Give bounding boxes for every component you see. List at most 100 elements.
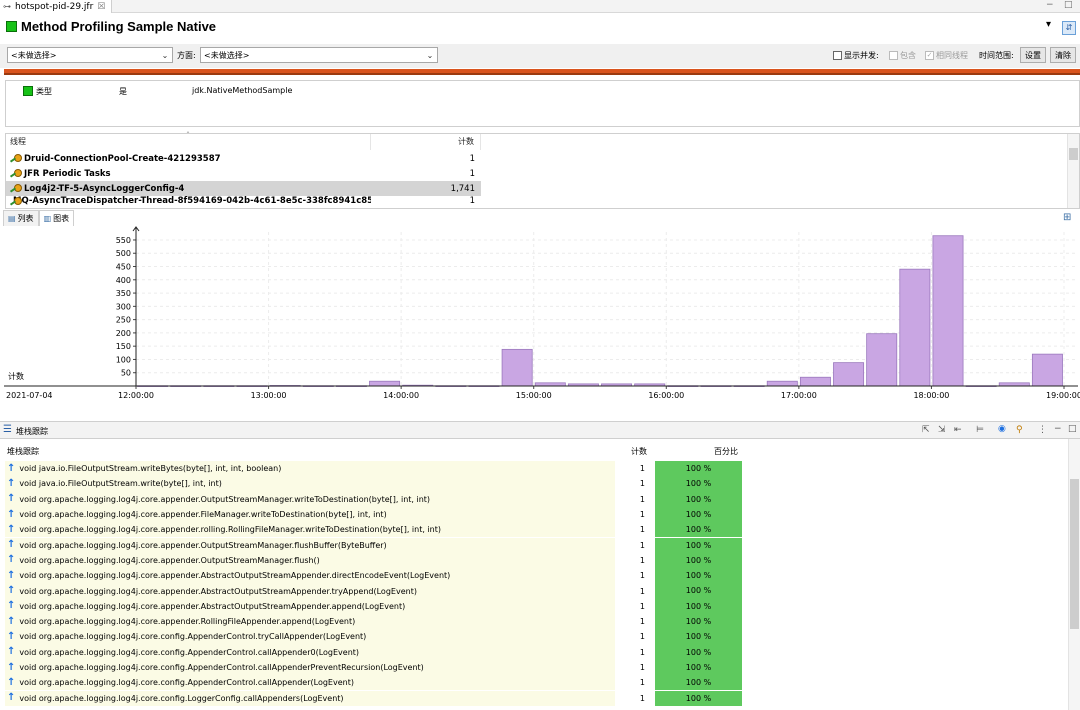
include-checkbox[interactable] [889, 51, 898, 60]
same-thread-checkbox[interactable]: ✓ [925, 51, 934, 60]
column-header-count[interactable]: 计数 [371, 134, 481, 150]
y-tick-label: 400 [116, 276, 131, 285]
tab-chart-label: 图表 [53, 214, 70, 223]
pin-icon[interactable]: ⇵ [1062, 21, 1076, 35]
table-row[interactable]: Druid-ConnectionPool-Create-421293587 1 [6, 151, 481, 166]
stack-scrollbar[interactable] [1068, 439, 1080, 710]
list-item[interactable]: ↑ void org.apache.logging.log4j.core.appe… [5, 552, 1065, 569]
tab-list-label: 列表 [17, 214, 34, 223]
table-row-selected[interactable]: Log4j2-TF-5-AsyncLoggerConfig-4 1,741 [6, 181, 481, 196]
frame-count: 1 [639, 540, 645, 550]
y-axis-label: 计数 [8, 371, 24, 381]
thread-table-scrollbar[interactable] [1067, 134, 1079, 208]
frame-count: 1 [639, 693, 645, 703]
thread-name: MQ-AsyncTraceDispatcher-Thread-8f594169-… [13, 196, 371, 206]
layout-icon[interactable]: ⊨ [976, 425, 984, 435]
time-range-label: 时间范围: [979, 51, 1014, 60]
thread-filter-icon[interactable]: ⚲ [1016, 425, 1023, 435]
list-item[interactable]: ↑ void org.apache.logging.log4j.core.appe… [5, 583, 1065, 599]
frame-count: 1 [639, 510, 645, 520]
same-thread-label: 相同线程 [936, 51, 968, 60]
show-concurrent-checkbox[interactable] [833, 51, 842, 60]
minimize-panel-icon[interactable]: − [1054, 424, 1062, 434]
list-item[interactable]: ↑ void org.apache.logging.log4j.core.conf… [5, 690, 1065, 706]
list-item[interactable]: ↑ void org.apache.logging.log4j.core.conf… [5, 659, 1065, 676]
column-header-thread[interactable]: 线程 ˆ [6, 131, 371, 150]
show-concurrent-toggle[interactable]: 显示并发: [833, 50, 879, 61]
scrollbar-thumb[interactable] [1069, 148, 1078, 160]
refresh-icon[interactable]: ◉ [998, 424, 1006, 434]
view-menu-icon[interactable]: ▾ [1046, 19, 1051, 30]
expand-icon[interactable]: ⇲ [938, 425, 946, 435]
up-arrow-icon: ↑ [7, 523, 16, 535]
list-item[interactable]: ↑ void java.io.FileOutputStream.write(byt… [5, 476, 1065, 492]
list-item[interactable]: ↑ void org.apache.logging.log4j.core.appe… [5, 491, 1065, 507]
column-header-count[interactable]: 计数 [617, 446, 647, 457]
maximize-panel-icon[interactable]: □ [1068, 424, 1077, 434]
frame-text: void org.apache.logging.log4j.core.appen… [19, 510, 387, 520]
direction-select[interactable]: <未做选择> ⌄ [200, 47, 438, 63]
clear-button[interactable]: 清除 [1050, 47, 1076, 63]
maximize-icon[interactable]: □ [1064, 0, 1073, 10]
frame-percent: 100 % [655, 675, 742, 691]
list-item[interactable]: ↑ void org.apache.logging.log4j.core.conf… [5, 644, 1065, 660]
minimize-icon[interactable]: − [1046, 0, 1054, 10]
y-tick-label: 200 [116, 329, 131, 338]
scrollbar-thumb[interactable] [1070, 479, 1079, 629]
attribute-select[interactable]: <未做选择> ⌄ [7, 47, 173, 63]
x-tick-label: 12:00:00 [118, 391, 154, 400]
tab-close-icon[interactable]: ☒ [97, 2, 105, 12]
frame-count: 1 [639, 494, 645, 504]
jfr-file-icon: ⊶ [3, 2, 11, 11]
chart-options-icon[interactable]: ⊞ [1063, 212, 1071, 223]
editor-tab[interactable]: ⊶ hotspot-pid-29.jfr ☒ [0, 0, 113, 13]
column-header-frame[interactable]: 堆栈跟踪 [5, 446, 617, 457]
up-arrow-icon: ↑ [7, 585, 16, 597]
stack-trace-header: ☰ 堆栈跟踪 ⇱ ⇲ ⇤ ⊨ ◉ ⚲ ⋮ − □ [0, 421, 1080, 439]
frame-count: 1 [639, 663, 645, 673]
frame-count: 1 [639, 464, 645, 474]
list-item[interactable]: ↑ void org.apache.logging.log4j.core.appe… [5, 522, 1065, 538]
list-item[interactable]: ↑ void org.apache.logging.log4j.core.appe… [5, 506, 1065, 523]
settings-button[interactable]: 设置 [1020, 47, 1046, 63]
date-label: 2021-07-04 [6, 391, 53, 400]
frame-text: void org.apache.logging.log4j.core.confi… [19, 678, 354, 688]
show-concurrent-label: 显示并发: [844, 51, 879, 60]
list-item[interactable]: ↑ void org.apache.logging.log4j.core.appe… [5, 614, 1065, 630]
group-icon[interactable]: ⇤ [954, 425, 962, 435]
collapse-icon[interactable]: ⇱ [922, 425, 930, 435]
stack-trace-icon: ☰ [3, 424, 12, 435]
same-thread-toggle[interactable]: ✓ 相同线程 [925, 50, 968, 61]
list-item[interactable]: ↑ void org.apache.logging.log4j.core.appe… [5, 568, 1065, 584]
frame-count: 1 [639, 647, 645, 657]
frame-count: 1 [639, 586, 645, 596]
frame-count: 1 [639, 601, 645, 611]
table-row[interactable]: MQ-AsyncTraceDispatcher-Thread-8f594169-… [6, 196, 481, 209]
editor-tab-bar: ⊶ hotspot-pid-29.jfr ☒ − □ [0, 0, 1080, 13]
up-arrow-icon: ↑ [7, 539, 16, 551]
time-range-bar[interactable] [4, 69, 1080, 75]
frame-percent: 100 % [655, 461, 742, 477]
column-header-percent[interactable]: 百分比 [655, 446, 742, 457]
x-tick-label: 16:00:00 [648, 391, 684, 400]
stack-table-header: 堆栈跟踪 计数 百分比 [5, 444, 1065, 459]
list-item[interactable]: ↑ void org.apache.logging.log4j.core.appe… [5, 598, 1065, 614]
list-item[interactable]: ↑ void org.apache.logging.log4j.core.conf… [5, 629, 1065, 645]
include-toggle[interactable]: 包含 [889, 50, 916, 61]
list-item[interactable]: ↑ void org.apache.logging.log4j.core.appe… [5, 537, 1065, 553]
frame-percent: 100 % [655, 476, 742, 492]
frame-percent: 100 % [655, 506, 742, 523]
up-arrow-icon: ↑ [7, 493, 16, 505]
more-icon[interactable]: ⋮ [1038, 425, 1047, 435]
list-item[interactable]: ↑ void org.apache.logging.log4j.core.conf… [5, 675, 1065, 691]
stack-trace-panel: ☰ 堆栈跟踪 ⇱ ⇲ ⇤ ⊨ ◉ ⚲ ⋮ − □ 堆栈跟踪 计数 百分比 ↑ vo… [0, 421, 1080, 710]
filter-key: 类型 [36, 87, 52, 96]
column-header-thread-label: 线程 [10, 137, 26, 146]
y-tick-label: 50 [121, 369, 131, 378]
table-row[interactable]: JFR Periodic Tasks 1 [6, 166, 481, 181]
up-arrow-icon: ↑ [7, 600, 16, 612]
list-item[interactable]: ↑ void java.io.FileOutputStream.writeByte… [5, 461, 1065, 477]
frame-text: void org.apache.logging.log4j.core.confi… [19, 663, 424, 673]
up-arrow-icon: ↑ [7, 676, 16, 688]
frame-percent: 100 % [655, 552, 742, 569]
